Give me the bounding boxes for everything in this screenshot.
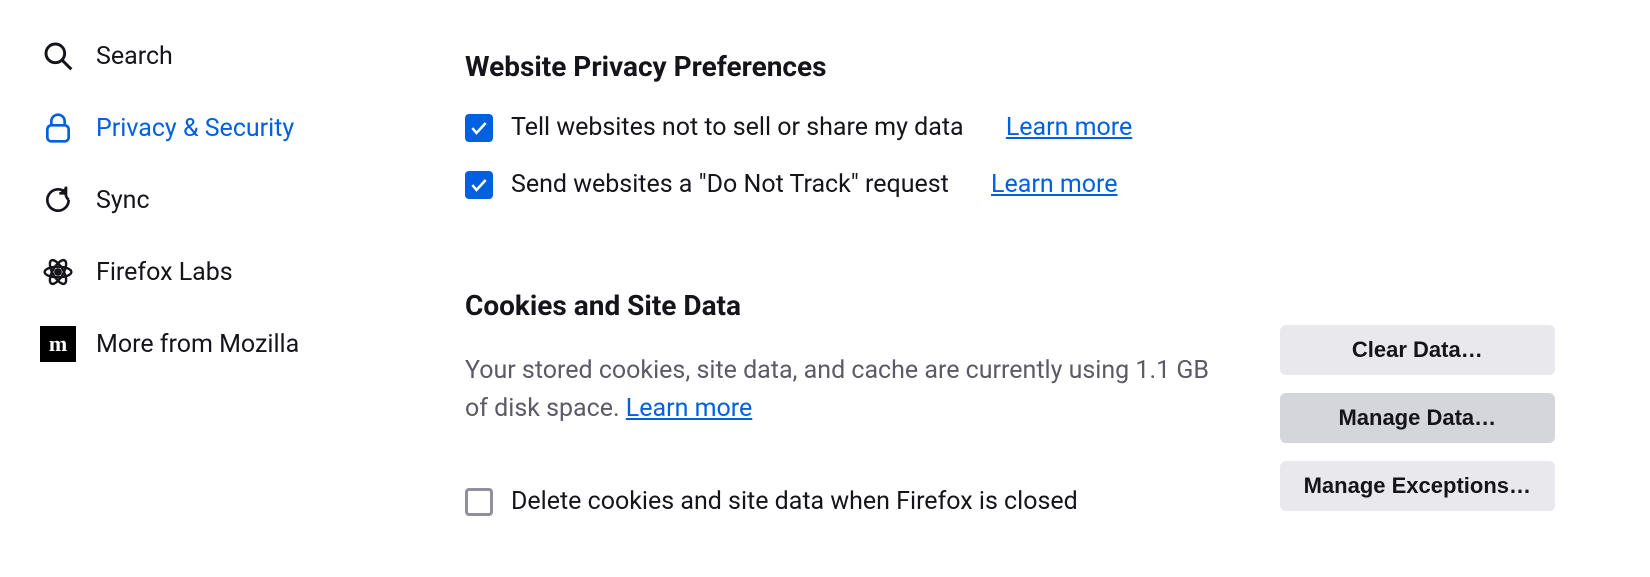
sidebar: Search Privacy & Security Sync [0, 0, 430, 577]
section-title-cookies: Cookies and Site Data [465, 289, 1620, 322]
atom-icon [40, 254, 76, 290]
cookies-desc-suffix: of disk space. [465, 394, 626, 423]
sidebar-item-sync[interactable]: Sync [30, 164, 430, 236]
lock-icon [40, 110, 76, 146]
sidebar-item-label: More from Mozilla [96, 330, 299, 359]
learn-more-link-cookies[interactable]: Learn more [626, 394, 752, 423]
sidebar-item-more-mozilla[interactable]: m More from Mozilla [30, 308, 430, 380]
sidebar-item-search[interactable]: Search [30, 20, 430, 92]
sidebar-item-label: Sync [96, 186, 150, 215]
checkbox-delete-cookies-on-close[interactable] [465, 488, 493, 516]
section-website-privacy: Website Privacy Preferences Tell website… [465, 50, 1620, 199]
cookies-desc-prefix: Your stored cookies, site data, and cach… [465, 356, 1135, 385]
cookies-buttons: Clear Data… Manage Data… Manage Exceptio… [1280, 325, 1555, 511]
learn-more-link-do-not-track[interactable]: Learn more [991, 170, 1117, 199]
option-do-not-track: Send websites a "Do Not Track" request L… [465, 170, 1620, 199]
option-label: Tell websites not to sell or share my da… [511, 113, 964, 142]
sidebar-item-label: Search [96, 42, 173, 71]
sidebar-item-label: Firefox Labs [96, 258, 233, 287]
sidebar-item-firefox-labs[interactable]: Firefox Labs [30, 236, 430, 308]
learn-more-link-do-not-sell[interactable]: Learn more [1006, 113, 1132, 142]
option-label: Delete cookies and site data when Firefo… [511, 487, 1078, 516]
option-do-not-sell: Tell websites not to sell or share my da… [465, 113, 1620, 142]
search-icon [40, 38, 76, 74]
option-label: Send websites a "Do Not Track" request [511, 170, 949, 199]
sidebar-item-privacy-security[interactable]: Privacy & Security [30, 92, 430, 164]
main-content: Website Privacy Preferences Tell website… [430, 0, 1650, 577]
manage-exceptions-button[interactable]: Manage Exceptions… [1280, 461, 1555, 511]
sync-icon [40, 182, 76, 218]
manage-data-button[interactable]: Manage Data… [1280, 393, 1555, 443]
cookies-description: Your stored cookies, site data, and cach… [465, 352, 1235, 427]
mozilla-logo-icon: m [40, 326, 76, 362]
checkbox-do-not-sell[interactable] [465, 114, 493, 142]
section-title-privacy: Website Privacy Preferences [465, 50, 1620, 83]
clear-data-button[interactable]: Clear Data… [1280, 325, 1555, 375]
cookies-desc-size: 1.1 GB [1135, 356, 1209, 385]
sidebar-item-label: Privacy & Security [96, 114, 294, 143]
checkbox-do-not-track[interactable] [465, 171, 493, 199]
